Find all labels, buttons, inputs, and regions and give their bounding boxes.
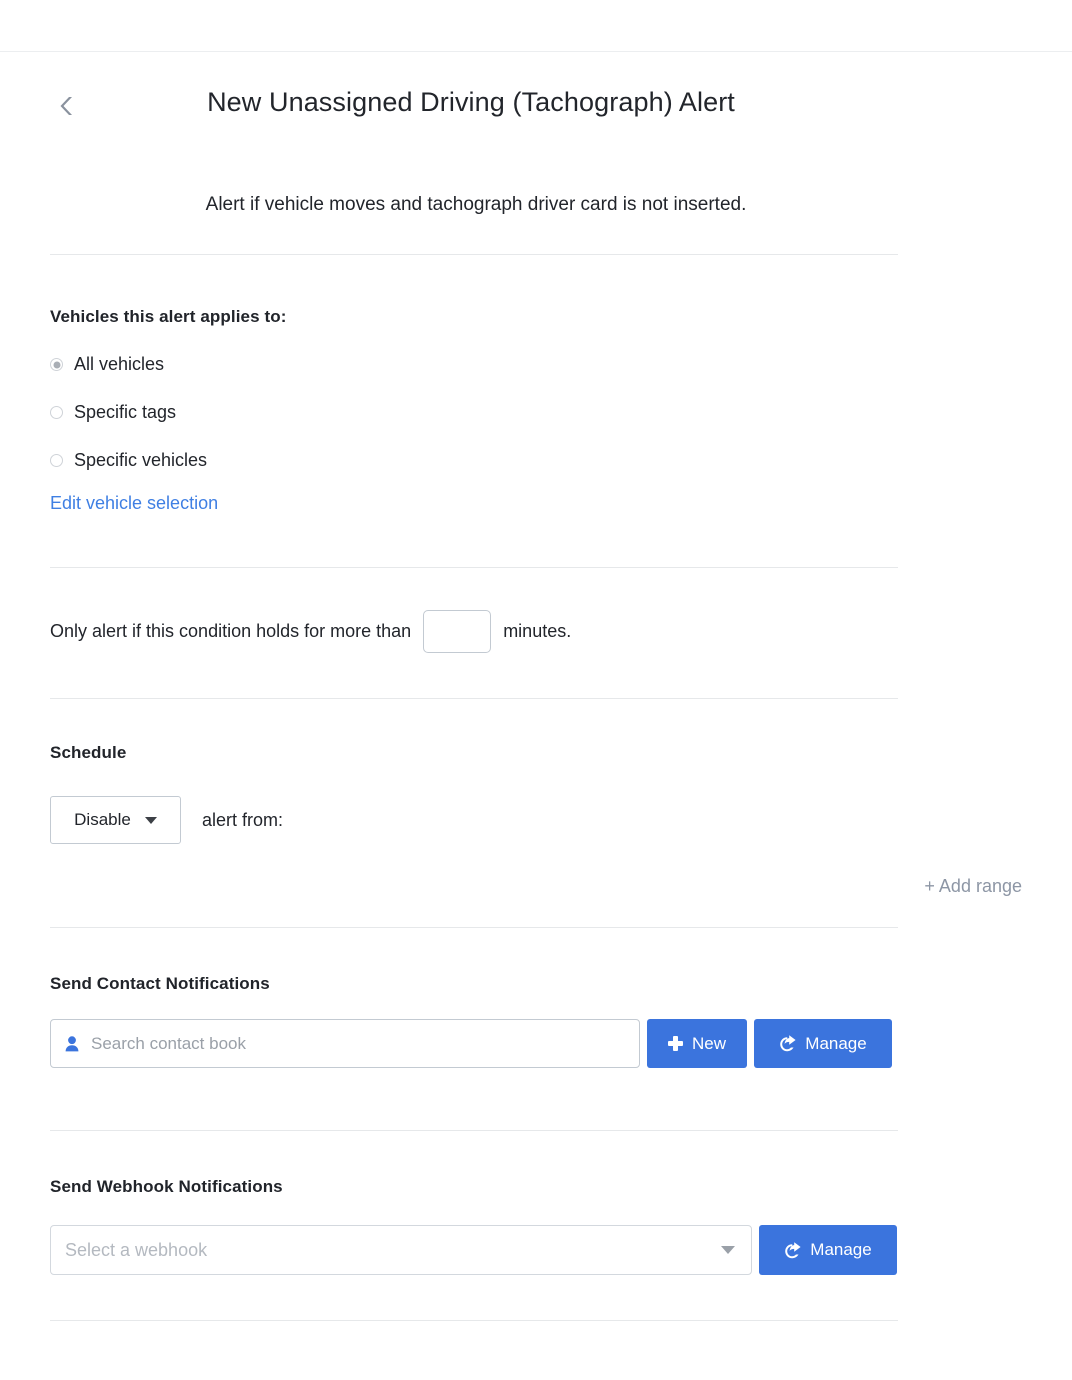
condition-row: Only alert if this condition holds for m… bbox=[50, 610, 1022, 653]
radio-indicator-specific-vehicles[interactable] bbox=[50, 454, 63, 467]
contact-notifications-section: Send Contact Notifications New bbox=[0, 928, 1072, 1068]
alert-form-page: New Unassigned Driving (Tachograph) Aler… bbox=[0, 51, 1072, 1321]
condition-minutes-input[interactable] bbox=[423, 610, 492, 653]
contact-controls-row: New Manage bbox=[50, 1019, 1022, 1068]
page-subtitle: Alert if vehicle moves and tachograph dr… bbox=[205, 194, 747, 215]
schedule-mode-value: Disable bbox=[74, 810, 131, 829]
new-contact-button[interactable]: New bbox=[647, 1019, 747, 1068]
radio-label-specific-vehicles: Specific vehicles bbox=[74, 450, 208, 470]
add-range-button[interactable]: + Add range bbox=[924, 876, 1022, 897]
schedule-mode-select[interactable]: Disable bbox=[50, 796, 181, 844]
condition-suffix-label: minutes. bbox=[503, 621, 572, 641]
chevron-down-icon bbox=[144, 816, 157, 824]
share-icon bbox=[784, 1241, 801, 1259]
page-title: New Unassigned Driving (Tachograph) Aler… bbox=[207, 87, 735, 117]
share-icon bbox=[779, 1035, 796, 1052]
vehicles-section: Vehicles this alert applies to: All vehi… bbox=[0, 255, 1072, 514]
webhook-notifications-section: Send Webhook Notifications Select a webh… bbox=[0, 1131, 1072, 1275]
webhook-notifications-title: Send Webhook Notifications bbox=[50, 1177, 283, 1196]
manage-webhooks-button[interactable]: Manage bbox=[759, 1225, 897, 1275]
manage-contacts-button[interactable]: Manage bbox=[754, 1019, 892, 1068]
vehicles-section-title: Vehicles this alert applies to: bbox=[50, 307, 287, 326]
radio-option-all-vehicles[interactable]: All vehicles bbox=[50, 348, 1022, 381]
manage-webhooks-label: Manage bbox=[810, 1240, 872, 1259]
radio-option-specific-vehicles[interactable]: Specific vehicles bbox=[50, 444, 1022, 477]
webhook-select-placeholder: Select a webhook bbox=[65, 1239, 208, 1260]
contact-notifications-title: Send Contact Notifications bbox=[50, 974, 270, 993]
webhook-controls-row: Select a webhook Manage bbox=[50, 1225, 1022, 1275]
radio-option-specific-tags[interactable]: Specific tags bbox=[50, 396, 1022, 429]
chevron-down-icon bbox=[721, 1246, 735, 1254]
webhook-select-wrap: Select a webhook bbox=[50, 1225, 752, 1275]
schedule-after-label: alert from: bbox=[202, 809, 284, 830]
new-contact-label: New bbox=[691, 1033, 726, 1053]
radio-indicator-all-vehicles[interactable] bbox=[50, 358, 63, 371]
radio-label-all-vehicles: All vehicles bbox=[74, 354, 165, 374]
condition-section: Only alert if this condition holds for m… bbox=[0, 568, 1072, 653]
contact-search-input[interactable] bbox=[50, 1019, 640, 1068]
radio-label-specific-tags: Specific tags bbox=[74, 402, 177, 422]
webhook-select[interactable]: Select a webhook bbox=[50, 1225, 752, 1275]
divider-after-webhooks bbox=[50, 1320, 898, 1321]
page-header: New Unassigned Driving (Tachograph) Aler… bbox=[0, 51, 1072, 163]
contact-search-wrap bbox=[50, 1019, 640, 1068]
condition-prefix-label: Only alert if this condition holds for m… bbox=[50, 621, 412, 641]
schedule-section-title: Schedule bbox=[50, 743, 127, 762]
schedule-section: Schedule Disable alert from: + Add range bbox=[0, 699, 1072, 897]
manage-contacts-label: Manage bbox=[805, 1033, 867, 1053]
radio-indicator-specific-tags[interactable] bbox=[50, 406, 63, 419]
edit-vehicle-selection-link[interactable]: Edit vehicle selection bbox=[50, 493, 218, 513]
person-icon bbox=[65, 1035, 79, 1052]
schedule-row: Disable alert from: bbox=[50, 796, 1022, 844]
plus-icon bbox=[667, 1036, 683, 1051]
add-range-row: + Add range bbox=[50, 876, 1022, 897]
